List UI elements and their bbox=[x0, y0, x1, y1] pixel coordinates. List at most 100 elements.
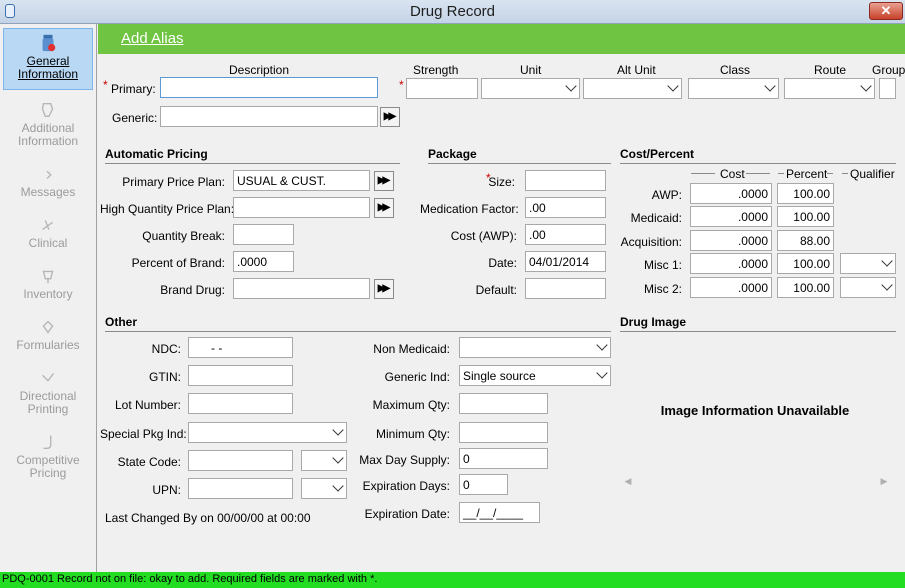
chevron-down-icon bbox=[596, 367, 608, 379]
section-divider bbox=[428, 163, 611, 164]
required-marker: * bbox=[103, 78, 108, 92]
col-header-percent: Percent bbox=[786, 167, 828, 181]
max-day-supply-input[interactable]: 0 bbox=[459, 448, 548, 469]
scroll-left-icon[interactable]: ◀ bbox=[621, 474, 635, 488]
high-qty-price-plan-lookup-button[interactable]: ▶▶ bbox=[374, 198, 394, 218]
sidebar: General Information Additional Informati… bbox=[0, 24, 97, 572]
state-code-select[interactable] bbox=[301, 450, 347, 471]
default-input[interactable] bbox=[525, 278, 606, 299]
section-divider bbox=[105, 163, 400, 164]
misc1-cost-input[interactable]: .0000 bbox=[690, 253, 772, 274]
percent-of-brand-input[interactable]: .0000 bbox=[233, 251, 294, 272]
message-icon bbox=[46, 170, 52, 180]
sidebar-item-competitive-pricing[interactable]: Competitive Pricing bbox=[3, 428, 93, 490]
gtin-input[interactable] bbox=[188, 365, 293, 386]
brand-drug-lookup-button[interactable]: ▶▶ bbox=[374, 279, 394, 299]
expiration-date-input[interactable]: __/__/____ bbox=[459, 502, 540, 523]
upn-input[interactable] bbox=[188, 478, 293, 499]
fast-forward-icon: ▶▶ bbox=[377, 175, 391, 186]
misc2-percent-input[interactable]: 100.00 bbox=[777, 277, 834, 298]
generic-description-input[interactable] bbox=[160, 106, 378, 127]
medicaid-percent-input[interactable]: 100.00 bbox=[777, 206, 834, 227]
scroll-right-icon[interactable]: ▶ bbox=[877, 474, 891, 488]
sidebar-item-additional-information[interactable]: Additional Information bbox=[3, 96, 93, 158]
awp-cost-input[interactable]: .0000 bbox=[690, 183, 772, 204]
primary-price-plan-input[interactable]: USUAL & CUST. bbox=[233, 170, 370, 191]
size-input[interactable] bbox=[525, 170, 606, 191]
maximum-qty-input[interactable] bbox=[459, 393, 548, 414]
primary-label: Primary: bbox=[111, 82, 156, 96]
medication-factor-input[interactable]: .00 bbox=[525, 197, 606, 218]
add-alias-link[interactable]: Add Alias bbox=[121, 30, 184, 47]
misc1-percent-input[interactable]: 100.00 bbox=[777, 253, 834, 274]
generic-ind-select[interactable]: Single source bbox=[459, 365, 611, 386]
section-divider bbox=[105, 331, 611, 332]
upn-select[interactable] bbox=[301, 478, 347, 499]
expiration-days-input[interactable]: 0 bbox=[459, 474, 508, 495]
chevron-down-icon bbox=[332, 452, 344, 464]
gtin-label: GTIN: bbox=[149, 370, 181, 384]
sidebar-item-label: Messages bbox=[20, 185, 76, 199]
column-rule bbox=[827, 173, 833, 174]
percent-of-brand-label: Percent of Brand: bbox=[131, 256, 225, 270]
cost-awp-label: Cost (AWP): bbox=[450, 229, 517, 243]
sidebar-item-label: Information bbox=[17, 67, 79, 81]
minimum-qty-input[interactable] bbox=[459, 422, 548, 443]
class-select[interactable] bbox=[688, 78, 779, 99]
status-bar: PDQ-0001 Record not on file: okay to add… bbox=[0, 572, 905, 588]
cost-awp-input[interactable]: .00 bbox=[525, 224, 606, 245]
brand-drug-label: Brand Drug: bbox=[160, 283, 225, 297]
date-input[interactable]: 04/01/2014 bbox=[525, 251, 606, 272]
sidebar-item-general-information[interactable]: General Information bbox=[3, 28, 93, 90]
lot-number-label: Lot Number: bbox=[114, 398, 181, 412]
sidebar-item-directional-printing[interactable]: Directional Printing bbox=[3, 364, 93, 426]
column-rule bbox=[691, 173, 715, 174]
misc1-qualifier-select[interactable] bbox=[840, 253, 896, 274]
ndc-input[interactable]: - - bbox=[188, 337, 293, 358]
acquisition-cost-input[interactable]: .0000 bbox=[690, 230, 772, 251]
sidebar-item-label: Clinical bbox=[28, 236, 68, 250]
upn-label: UPN: bbox=[152, 483, 181, 497]
misc2-qualifier-select[interactable] bbox=[840, 277, 896, 298]
route-select[interactable] bbox=[784, 78, 875, 99]
group-input[interactable] bbox=[879, 78, 896, 99]
strength-input[interactable] bbox=[406, 78, 478, 99]
fast-forward-icon: ▶▶ bbox=[377, 202, 391, 213]
state-code-input[interactable] bbox=[188, 450, 293, 471]
fast-forward-icon: ▶▶ bbox=[383, 111, 397, 122]
non-medicaid-select[interactable] bbox=[459, 337, 611, 358]
minimum-qty-label: Minimum Qty: bbox=[375, 427, 450, 441]
unit-select[interactable] bbox=[481, 78, 580, 99]
lot-number-input[interactable] bbox=[188, 393, 293, 414]
automatic-pricing-heading: Automatic Pricing bbox=[105, 147, 208, 161]
close-button[interactable]: ✕ bbox=[869, 2, 903, 20]
non-medicaid-label: Non Medicaid: bbox=[373, 342, 450, 356]
header-bar: Add Alias bbox=[98, 24, 905, 54]
date-label: Date: bbox=[488, 256, 517, 270]
drug-image-heading: Drug Image bbox=[620, 315, 687, 329]
generic-lookup-button[interactable]: ▶▶ bbox=[380, 107, 400, 127]
section-divider bbox=[620, 331, 896, 332]
primary-price-plan-label: Primary Price Plan: bbox=[122, 175, 225, 189]
awp-percent-input[interactable]: 100.00 bbox=[777, 183, 834, 204]
acquisition-percent-input[interactable]: 88.00 bbox=[777, 230, 834, 251]
special-pkg-ind-select[interactable] bbox=[188, 422, 347, 443]
col-header-qualifier: Qualifier bbox=[850, 167, 895, 181]
pill-bottle-icon bbox=[42, 34, 56, 52]
quantity-break-input[interactable] bbox=[233, 224, 294, 245]
generic-ind-value: Single source bbox=[463, 369, 536, 383]
col-header-group: Group bbox=[872, 63, 905, 77]
primary-description-input[interactable] bbox=[160, 77, 378, 98]
sidebar-item-label: Printing bbox=[27, 402, 69, 416]
medicaid-cost-input[interactable]: .0000 bbox=[690, 206, 772, 227]
col-header-description: Description bbox=[229, 63, 290, 77]
sidebar-item-label: Formularies bbox=[16, 338, 80, 352]
pricing-icon bbox=[43, 435, 52, 450]
brand-drug-input[interactable] bbox=[233, 278, 370, 299]
formulary-icon bbox=[42, 320, 54, 334]
col-header-cost: Cost bbox=[720, 167, 745, 181]
misc2-cost-input[interactable]: .0000 bbox=[690, 277, 772, 298]
primary-price-plan-lookup-button[interactable]: ▶▶ bbox=[374, 171, 394, 191]
alt-unit-select[interactable] bbox=[583, 78, 682, 99]
high-qty-price-plan-input[interactable] bbox=[233, 197, 370, 218]
